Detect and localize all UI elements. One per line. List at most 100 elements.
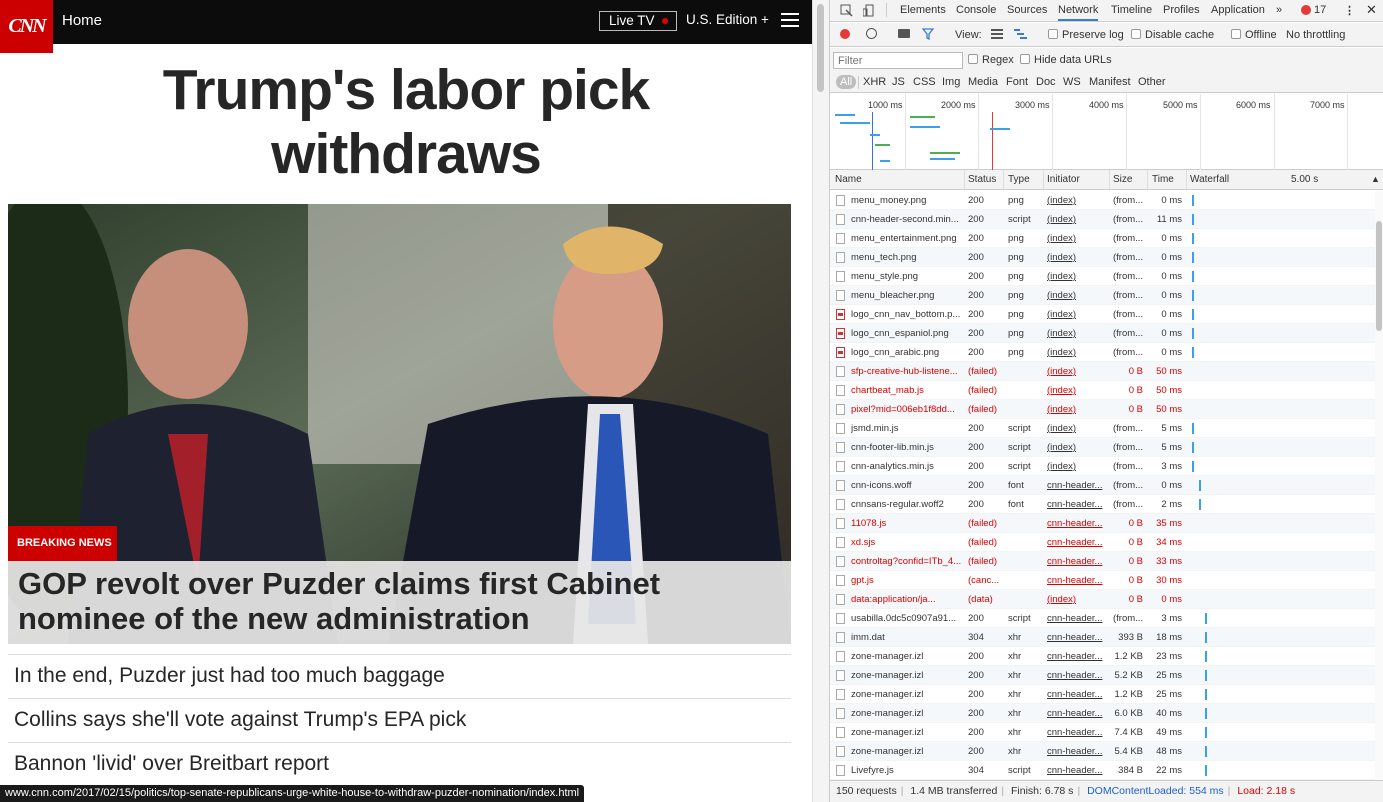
request-initiator[interactable]: (index) xyxy=(1047,210,1107,229)
request-row[interactable]: controltag?confid=ITb_4... (failed) cnn-he… xyxy=(830,552,1375,571)
type-other[interactable]: Other xyxy=(1138,76,1166,88)
story-link[interactable]: Bannon 'livid' over Breitbart report xyxy=(8,742,791,786)
request-row[interactable]: menu_bleacher.png 200 png (index) (from... 0 … xyxy=(830,286,1375,305)
large-rows-icon[interactable] xyxy=(991,29,1003,42)
error-count[interactable]: 17 xyxy=(1314,4,1326,16)
request-row[interactable]: cnn-icons.woff 200 font cnn-header... (from.… xyxy=(830,476,1375,495)
request-row[interactable]: chartbeat_mab.js (failed) (index) 0 B 50 ms xyxy=(830,381,1375,400)
request-row[interactable]: cnnsans-regular.woff2 200 font cnn-header..… xyxy=(830,495,1375,514)
scrollbar-thumb[interactable] xyxy=(1376,221,1382,331)
request-row[interactable]: jsmd.min.js 200 script (index) (from... 5 ms xyxy=(830,419,1375,438)
request-row[interactable]: logo_cnn_espaniol.png 200 png (index) (from.… xyxy=(830,324,1375,343)
type-ws[interactable]: WS xyxy=(1063,76,1081,88)
request-initiator[interactable]: (index) xyxy=(1047,248,1107,267)
error-icon[interactable] xyxy=(1301,5,1311,15)
request-row[interactable]: menu_entertainment.png 200 png (index) (from… xyxy=(830,229,1375,248)
request-row[interactable]: sfp-creative-hub-listene... (failed) (inde… xyxy=(830,362,1375,381)
request-row[interactable]: zone-manager.izl 200 xhr cnn-header... 6.0 K… xyxy=(830,704,1375,723)
request-row[interactable]: zone-manager.izl 200 xhr cnn-header... 7.4 K… xyxy=(830,723,1375,742)
type-all[interactable]: All xyxy=(836,75,857,89)
type-css[interactable]: CSS xyxy=(913,76,936,88)
inspect-element-icon[interactable] xyxy=(840,4,853,20)
request-row[interactable]: menu_money.png 200 png (index) (from... 0 ms xyxy=(830,191,1375,210)
request-initiator[interactable]: cnn-header... xyxy=(1047,647,1107,666)
page-headline[interactable]: Trump's labor pick withdraws xyxy=(0,58,812,186)
device-toolbar-icon[interactable] xyxy=(862,4,876,20)
request-row[interactable]: logo_cnn_arabic.png 200 png (index) (from...… xyxy=(830,343,1375,362)
request-initiator[interactable]: cnn-header... xyxy=(1047,533,1107,552)
col-waterfall[interactable]: Waterfall xyxy=(1190,174,1229,185)
request-row[interactable]: cnn-footer-lib.min.js 200 script (index) (fr… xyxy=(830,438,1375,457)
request-initiator[interactable]: cnn-header... xyxy=(1047,742,1107,761)
request-initiator[interactable]: (index) xyxy=(1047,590,1107,609)
network-overview[interactable]: 1000 ms 2000 ms 3000 ms 4000 ms 5000 ms … xyxy=(830,94,1383,170)
request-initiator[interactable]: (index) xyxy=(1047,438,1107,457)
sort-up-icon[interactable]: ▲ xyxy=(1371,174,1380,184)
edition-selector[interactable]: U.S. Edition + xyxy=(686,12,769,27)
overview-icon[interactable] xyxy=(1014,29,1027,42)
filter-icon[interactable] xyxy=(921,28,935,43)
request-initiator[interactable]: cnn-header... xyxy=(1047,628,1107,647)
type-xhr[interactable]: XHR xyxy=(863,76,886,88)
request-initiator[interactable]: (index) xyxy=(1047,191,1107,210)
request-row[interactable]: zone-manager.izl 200 xhr cnn-header... 5.4 K… xyxy=(830,742,1375,761)
request-row[interactable]: usabilla.0dc5c0907a91... 200 script cnn-hea… xyxy=(830,609,1375,628)
col-initiator[interactable]: Initiator xyxy=(1047,174,1080,185)
request-initiator[interactable]: (index) xyxy=(1047,229,1107,248)
request-initiator[interactable]: (index) xyxy=(1047,362,1107,381)
hide-data-urls-checkbox[interactable]: Hide data URLs xyxy=(1020,54,1112,66)
col-time[interactable]: Time xyxy=(1152,174,1174,185)
story-link[interactable]: Collins says she'll vote against Trump's… xyxy=(8,698,791,742)
col-type[interactable]: Type xyxy=(1008,174,1030,185)
request-initiator[interactable]: cnn-header... xyxy=(1047,495,1107,514)
request-row[interactable]: menu_style.png 200 png (index) (from... 0 ms xyxy=(830,267,1375,286)
request-initiator[interactable]: cnn-header... xyxy=(1047,609,1107,628)
request-row[interactable]: menu_tech.png 200 png (index) (from... 0 ms xyxy=(830,248,1375,267)
request-initiator[interactable]: cnn-header... xyxy=(1047,685,1107,704)
request-row[interactable]: Livefyre.js 304 script cnn-header... 384 B 22… xyxy=(830,761,1375,780)
devtools-menu-icon[interactable]: ⋮ xyxy=(1344,4,1355,17)
tab-sources[interactable]: Sources xyxy=(1007,4,1047,16)
request-initiator[interactable]: (index) xyxy=(1047,419,1107,438)
request-initiator[interactable]: cnn-header... xyxy=(1047,704,1107,723)
requests-scrollbar[interactable] xyxy=(1375,191,1383,780)
request-row[interactable]: logo_cnn_nav_bottom.p... 200 png (index) (fr… xyxy=(830,305,1375,324)
request-initiator[interactable]: cnn-header... xyxy=(1047,723,1107,742)
tab-timeline[interactable]: Timeline xyxy=(1111,4,1152,16)
type-doc[interactable]: Doc xyxy=(1036,76,1056,88)
request-row[interactable]: cnn-header-second.min... 200 script (index)… xyxy=(830,210,1375,229)
request-row[interactable]: cnn-analytics.min.js 200 script (index) (fro… xyxy=(830,457,1375,476)
record-icon[interactable] xyxy=(840,29,850,39)
story-link[interactable]: In the end, Puzder just had too much bag… xyxy=(8,654,791,698)
type-js[interactable]: JS xyxy=(892,76,905,88)
col-size[interactable]: Size xyxy=(1113,174,1132,185)
nav-home-link[interactable]: Home xyxy=(62,12,102,29)
col-status[interactable]: Status xyxy=(968,174,996,185)
preserve-log-checkbox[interactable]: Preserve log xyxy=(1048,29,1124,41)
disable-cache-checkbox[interactable]: Disable cache xyxy=(1131,29,1214,41)
cnn-logo[interactable]: CNN xyxy=(0,0,53,53)
request-initiator[interactable]: (index) xyxy=(1047,286,1107,305)
tab-network[interactable]: Network xyxy=(1058,4,1099,21)
request-row[interactable]: zone-manager.izl 200 xhr cnn-header... 1.2 K… xyxy=(830,685,1375,704)
close-devtools-icon[interactable]: ✕ xyxy=(1366,2,1377,18)
page-scrollbar[interactable] xyxy=(812,0,829,802)
request-row[interactable]: imm.dat 304 xhr cnn-header... 393 B 18 ms xyxy=(830,628,1375,647)
request-row[interactable]: pixel?mid=006eb1f8dd... (failed) (index) 0 … xyxy=(830,400,1375,419)
request-initiator[interactable]: cnn-header... xyxy=(1047,571,1107,590)
request-initiator[interactable]: (index) xyxy=(1047,267,1107,286)
scrollbar-thumb[interactable] xyxy=(817,4,824,92)
filter-input[interactable] xyxy=(833,52,963,69)
request-initiator[interactable]: cnn-header... xyxy=(1047,761,1107,780)
offline-checkbox[interactable]: Offline xyxy=(1231,29,1277,41)
type-media[interactable]: Media xyxy=(968,76,998,88)
request-row[interactable]: xd.sjs (failed) cnn-header... 0 B 34 ms xyxy=(830,533,1375,552)
request-row[interactable]: zone-manager.izl 200 xhr cnn-header... 1.2 K… xyxy=(830,647,1375,666)
clear-icon[interactable] xyxy=(866,28,877,39)
request-initiator[interactable]: (index) xyxy=(1047,400,1107,419)
capture-screenshots-icon[interactable] xyxy=(898,29,910,38)
request-initiator[interactable]: cnn-header... xyxy=(1047,514,1107,533)
type-manifest[interactable]: Manifest xyxy=(1089,76,1131,88)
request-row[interactable]: zone-manager.izl 200 xhr cnn-header... 5.2 K… xyxy=(830,666,1375,685)
type-font[interactable]: Font xyxy=(1006,76,1028,88)
